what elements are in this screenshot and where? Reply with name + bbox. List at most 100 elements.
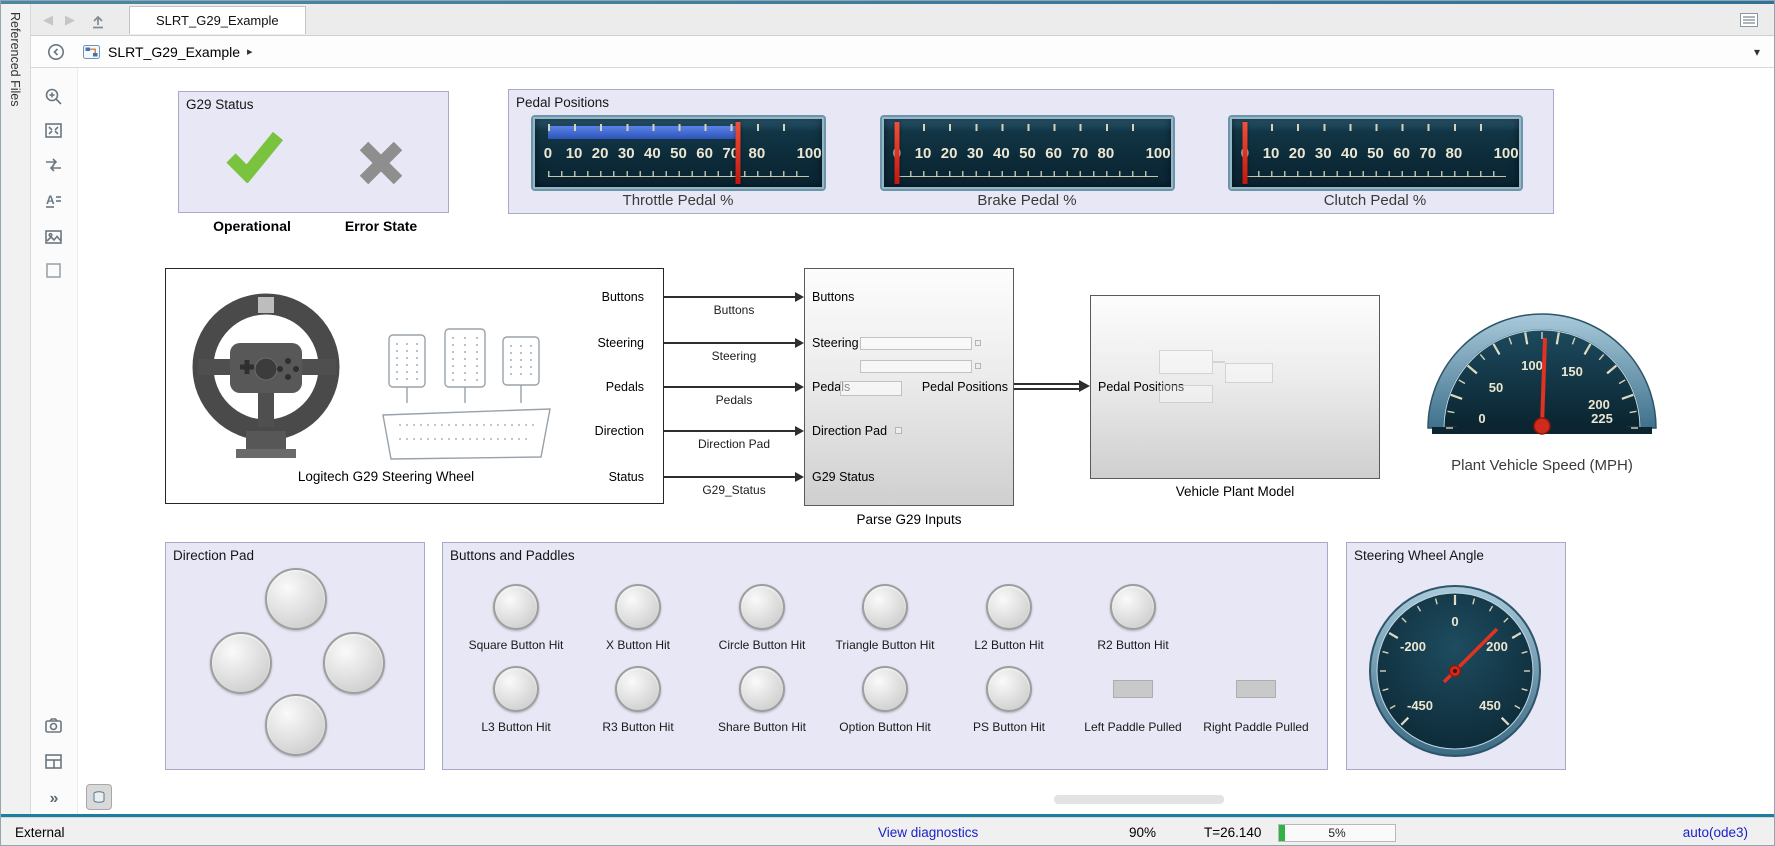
- brake-gauge-label: Brake Pedal %: [977, 192, 1076, 209]
- breadcrumb-title[interactable]: SLRT_G29_Example: [108, 44, 240, 60]
- right-paddle-indicator[interactable]: [1236, 680, 1276, 698]
- zoom-icon[interactable]: [43, 86, 65, 108]
- bus-wire[interactable]: [1014, 383, 1080, 385]
- tick-label: 70: [1419, 145, 1436, 162]
- property-inspector-icon[interactable]: [1740, 13, 1758, 27]
- g29-wheel-block-label: Logitech G29 Steering Wheel: [298, 469, 474, 484]
- model-tab[interactable]: SLRT_G29_Example: [129, 6, 306, 34]
- annotation-icon[interactable]: A: [43, 189, 65, 211]
- speed-gauge[interactable]: 0 50 100 150 200 225: [1422, 301, 1662, 441]
- sim-progress-text: 5%: [1279, 825, 1395, 842]
- tick-label: 0: [544, 145, 552, 162]
- g29-wheel-block[interactable]: Buttons Steering Pedals Direction Status…: [165, 268, 664, 504]
- up-to-parent-icon[interactable]: [89, 11, 107, 29]
- left-paddle-indicator[interactable]: [1113, 680, 1153, 698]
- throttle-gauge[interactable]: 0 10 20 30 40 50 60 70 80 100: [533, 117, 824, 189]
- tick-label: 80: [749, 145, 766, 162]
- dpad-right-lamp[interactable]: [323, 632, 385, 694]
- subsystem-preview: [1159, 350, 1213, 374]
- direction-pad-title: Direction Pad: [166, 543, 424, 563]
- signal-wire[interactable]: [664, 386, 797, 388]
- ps-button-lamp[interactable]: [986, 666, 1032, 712]
- step-arrows-icon[interactable]: [43, 154, 65, 176]
- tick-label: 30: [618, 145, 635, 162]
- dpad-down-lamp[interactable]: [265, 694, 327, 756]
- lamp-label: R2 Button Hit: [1097, 638, 1168, 652]
- tick-label: 40: [1341, 145, 1358, 162]
- wire-label[interactable]: Steering: [712, 349, 757, 363]
- signal-wire[interactable]: [664, 476, 797, 478]
- out-port-direction: Direction: [554, 424, 644, 438]
- triangle-button-lamp[interactable]: [862, 584, 908, 630]
- simulation-mode-label: External: [15, 818, 65, 846]
- svg-text:A: A: [46, 193, 55, 207]
- solver-link[interactable]: auto(ode3): [1683, 818, 1748, 846]
- tick-label: 50: [1367, 145, 1384, 162]
- forward-icon[interactable]: ▶: [65, 12, 75, 28]
- hide-browser-icon[interactable]: [47, 43, 65, 61]
- steering-gauge[interactable]: 0 -200 200 -450 450: [1360, 576, 1550, 766]
- tick-label: 20: [1289, 145, 1306, 162]
- tick-label: 30: [967, 145, 984, 162]
- breadcrumb-dropdown-icon[interactable]: ▾: [1754, 45, 1760, 59]
- pedal-positions-title: Pedal Positions: [509, 90, 1553, 110]
- subsystem-preview: [1213, 361, 1225, 363]
- model-canvas[interactable]: G29 Status Operational Error State Pedal…: [78, 68, 1775, 814]
- option-button-lamp[interactable]: [862, 666, 908, 712]
- tick-label: 30: [1315, 145, 1332, 162]
- out-port-pedal-positions: Pedal Positions: [915, 380, 1008, 394]
- signal-wire[interactable]: [664, 342, 797, 344]
- square-button-lamp[interactable]: [493, 584, 539, 630]
- error-x-icon[interactable]: [355, 137, 407, 189]
- signal-wire[interactable]: [664, 296, 797, 298]
- wire-label[interactable]: Pedals: [716, 393, 753, 407]
- x-button-lamp[interactable]: [615, 584, 661, 630]
- l2-button-lamp[interactable]: [986, 584, 1032, 630]
- view-diagnostics-link[interactable]: View diagnostics: [878, 818, 978, 846]
- pedals-graphic: [379, 321, 554, 461]
- circle-button-lamp[interactable]: [739, 584, 785, 630]
- gauge-baseline: [548, 171, 809, 177]
- horizontal-scrollbar-thumb[interactable]: [1054, 795, 1224, 804]
- clutch-gauge[interactable]: 0 10 20 30 40 50 60 70 80 100: [1230, 117, 1521, 189]
- vehicle-plant-block[interactable]: Pedal Positions: [1090, 295, 1380, 479]
- lamp-label: Square Button Hit: [469, 638, 564, 652]
- referenced-files-label: Referenced Files: [8, 12, 22, 107]
- referenced-files-tab[interactable]: Referenced Files: [1, 4, 31, 814]
- image-annotation-icon[interactable]: [43, 226, 65, 248]
- direction-pad-area[interactable]: Direction Pad: [165, 542, 425, 770]
- palette-toolbar: A »: [31, 68, 78, 814]
- tick-label: 80: [1446, 145, 1463, 162]
- lamp-label: Right Paddle Pulled: [1203, 720, 1308, 734]
- tick-label: 60: [696, 145, 713, 162]
- signal-wire[interactable]: [664, 430, 797, 432]
- wire-label[interactable]: Buttons: [714, 303, 755, 317]
- fit-to-view-icon[interactable]: [43, 120, 65, 142]
- dpad-left-lamp[interactable]: [210, 632, 272, 694]
- expand-toolbar-icon[interactable]: »: [43, 788, 65, 810]
- tick-label: 20: [941, 145, 958, 162]
- wire-label[interactable]: G29_Status: [702, 483, 765, 497]
- buttons-paddles-area[interactable]: Buttons and Paddles: [442, 542, 1328, 770]
- share-button-lamp[interactable]: [739, 666, 785, 712]
- g29-status-title: G29 Status: [179, 92, 448, 112]
- layout-windows-icon[interactable]: [43, 751, 65, 773]
- back-icon[interactable]: ◀: [43, 12, 53, 28]
- dpad-up-lamp[interactable]: [265, 568, 327, 630]
- l3-button-lamp[interactable]: [493, 666, 539, 712]
- in-port-g29-status: G29 Status: [812, 470, 875, 484]
- subsystem-preview: [1225, 363, 1273, 383]
- wire-label[interactable]: Direction Pad: [698, 437, 770, 451]
- brake-gauge[interactable]: 0 10 20 30 40 50 60 70 80 100: [882, 117, 1173, 189]
- viewmark-icon[interactable]: [43, 715, 65, 737]
- model-data-badge[interactable]: [86, 784, 112, 810]
- operational-check-icon[interactable]: [224, 129, 284, 183]
- parse-g29-block[interactable]: Buttons Steering Pedals Direction Pad G2…: [804, 268, 1014, 506]
- g29-status-area[interactable]: G29 Status: [178, 91, 449, 213]
- r2-button-lamp[interactable]: [1110, 584, 1156, 630]
- tick-label: 10: [1263, 145, 1280, 162]
- area-annotation-icon[interactable]: [43, 260, 65, 282]
- r3-button-lamp[interactable]: [615, 666, 661, 712]
- bus-wire[interactable]: [1014, 388, 1080, 390]
- steer-tick-0: 0: [1451, 614, 1458, 629]
